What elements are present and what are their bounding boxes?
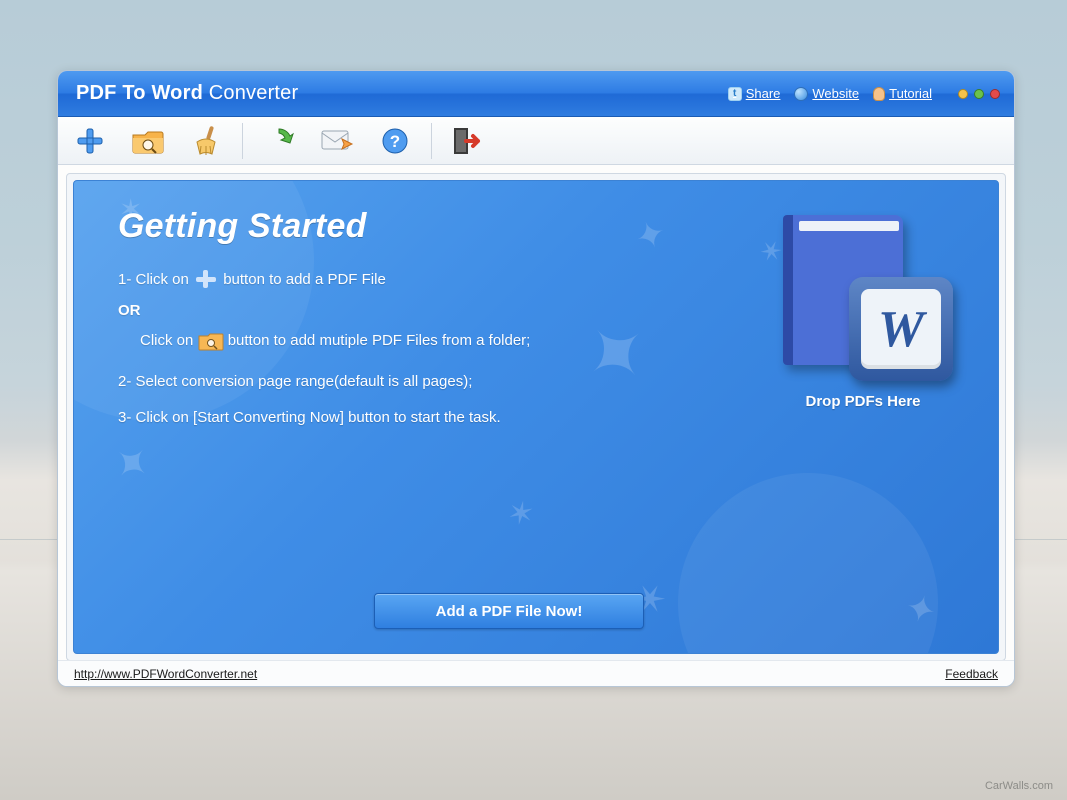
add-folder-button[interactable] <box>126 121 170 161</box>
footer: http://www.PDFWordConverter.net Feedback <box>58 660 1014 686</box>
folder-search-icon <box>131 126 165 156</box>
globe-icon <box>794 87 808 101</box>
close-button[interactable] <box>990 89 1000 99</box>
mail-icon <box>320 127 354 155</box>
step-2-line: 2- Select conversion page range(default … <box>118 371 658 394</box>
drop-zone[interactable]: W Drop PDFs Here <box>758 211 968 410</box>
email-button[interactable] <box>315 121 359 161</box>
desktop-watermark: CarWalls.com <box>985 780 1053 792</box>
leaf-decoration: ✶ <box>119 194 142 226</box>
maximize-button[interactable] <box>974 89 984 99</box>
website-link[interactable]: Website <box>794 86 859 101</box>
main-stage: ✦ ✶ ✦ ✶ ✦ ✶ ✦ ✶ Getting Started 1- Click… <box>66 173 1006 661</box>
app-title-bold: PDF To Word <box>76 82 203 104</box>
step-1-suffix: button to add a PDF File <box>223 271 386 288</box>
minimize-button[interactable] <box>958 89 968 99</box>
word-tile-letter: W <box>861 289 941 369</box>
step-1-prefix: 1- Click on <box>118 271 193 288</box>
step-1alt-prefix: Click on <box>140 332 198 349</box>
app-title: PDF To Word Converter <box>76 82 298 105</box>
step-1alt-suffix: button to add mutiple PDF Files from a f… <box>228 332 531 349</box>
add-pdf-cta-button[interactable]: Add a PDF File Now! <box>374 593 644 629</box>
titlebar-links: t Share Website Tutorial <box>728 86 1000 101</box>
cta-label: Add a PDF File Now! <box>436 603 583 620</box>
titlebar: PDF To Word Converter t Share Website Tu… <box>58 71 1014 117</box>
leaf-decoration: ✶ <box>504 494 537 535</box>
add-file-button[interactable] <box>68 121 112 161</box>
tutorial-link[interactable]: Tutorial <box>873 86 932 101</box>
clear-list-button[interactable] <box>184 121 228 161</box>
exit-icon <box>452 126 484 156</box>
app-title-thin: Converter <box>203 82 298 104</box>
help-button[interactable]: ? <box>373 121 417 161</box>
step-1-line: 1- Click on button to add a PDF File <box>118 268 658 292</box>
twitter-icon: t <box>728 87 742 101</box>
step-1-alt-line: Click on button to add mutiple PDF Files… <box>140 330 658 353</box>
getting-started-panel: ✦ ✶ ✦ ✶ ✦ ✶ ✦ ✶ Getting Started 1- Click… <box>73 180 999 654</box>
tutorial-icon <box>873 87 885 101</box>
word-tile-icon: W <box>849 277 953 381</box>
feedback-link[interactable]: Feedback <box>945 667 998 681</box>
or-label: OR <box>118 300 658 323</box>
app-window: PDF To Word Converter t Share Website Tu… <box>57 70 1015 687</box>
help-icon: ? <box>380 126 410 156</box>
toolbar-separator <box>242 123 243 159</box>
broom-icon <box>191 124 221 158</box>
window-controls <box>958 89 1000 99</box>
share-label: Share <box>746 86 781 101</box>
svg-text:?: ? <box>390 132 400 151</box>
exit-button[interactable] <box>446 121 490 161</box>
toolbar: ? <box>58 117 1014 165</box>
dropzone-caption: Drop PDFs Here <box>758 393 968 410</box>
convert-button[interactable] <box>257 121 301 161</box>
tutorial-label: Tutorial <box>889 86 932 101</box>
leaf-decoration: ✦ <box>100 433 161 495</box>
website-label: Website <box>812 86 859 101</box>
toolbar-separator-2 <box>431 123 432 159</box>
inline-plus-icon <box>193 268 219 290</box>
convert-arrow-icon <box>263 125 295 157</box>
step-3-line: 3- Click on [Start Converting Now] butto… <box>118 407 658 430</box>
plus-icon <box>74 125 106 157</box>
share-link[interactable]: t Share <box>728 86 781 101</box>
inline-folder-icon <box>198 330 224 352</box>
dropzone-graphic: W <box>773 211 953 381</box>
steps-text: 1- Click on button to add a PDF File OR … <box>118 268 658 430</box>
leaf-decoration: ✦ <box>901 586 941 634</box>
website-url-link[interactable]: http://www.PDFWordConverter.net <box>74 667 257 681</box>
